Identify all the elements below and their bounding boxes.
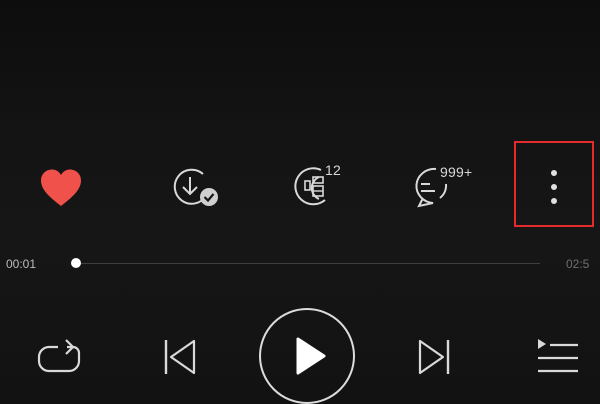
play-button[interactable] (259, 308, 355, 404)
heart-icon (41, 169, 81, 206)
comment-count-badge: 999+ (440, 164, 473, 180)
next-track-button[interactable] (416, 336, 452, 378)
download-icon (173, 168, 218, 206)
player-screen: 12 999+ 00:01 02:5 (0, 0, 600, 404)
more-vertical-icon (551, 170, 557, 204)
previous-track-button[interactable] (162, 336, 198, 378)
like-button[interactable] (40, 168, 82, 208)
progress-track[interactable] (76, 263, 540, 264)
comments-button[interactable]: 999+ (410, 160, 484, 212)
repeat-icon (37, 339, 81, 373)
progress-thumb[interactable] (71, 258, 81, 268)
total-time: 02:5 (566, 257, 590, 271)
sing-along-button[interactable]: 12 (291, 160, 353, 212)
playlist-button[interactable] (534, 336, 580, 378)
next-track-icon (418, 339, 450, 375)
previous-track-icon (164, 339, 196, 375)
play-icon (296, 337, 326, 375)
more-options-button[interactable] (514, 141, 594, 227)
download-button[interactable] (170, 166, 222, 210)
sing-count-badge: 12 (325, 162, 341, 178)
repeat-mode-button[interactable] (36, 338, 82, 378)
elapsed-time: 00:01 (6, 257, 37, 271)
karaoke-sing-icon (294, 167, 326, 206)
playlist-icon (538, 339, 578, 373)
